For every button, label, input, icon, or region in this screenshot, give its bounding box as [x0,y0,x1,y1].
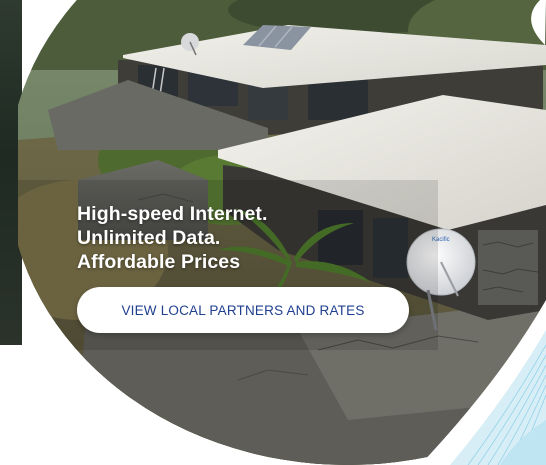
view-local-partners-button[interactable]: VIEW LOCAL PARTNERS AND RATES [77,287,409,333]
hero-banner: Kacific High-speed Internet. Unlimited D… [0,0,546,465]
hero-headline: High-speed Internet. Unlimited Data. Aff… [77,202,268,274]
headline-line-1: High-speed Internet. [77,203,268,225]
headline-line-3: Affordable Prices [77,251,241,273]
headline-line-2: Unlimited Data. [77,227,221,249]
